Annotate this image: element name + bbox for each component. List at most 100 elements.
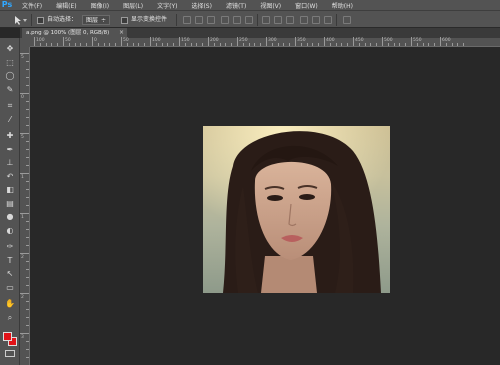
ruler-minor-tick bbox=[451, 43, 453, 46]
menu-edit[interactable]: 编辑(E) bbox=[56, 1, 76, 10]
quick-select-tool-icon[interactable]: ✎ bbox=[4, 85, 16, 95]
dodge-tool-icon[interactable]: ◐ bbox=[4, 226, 16, 236]
ruler-minor-tick bbox=[463, 43, 465, 46]
ruler-minor-tick bbox=[26, 285, 29, 286]
align-right-icon[interactable] bbox=[245, 16, 253, 24]
distribute-right-icon[interactable] bbox=[324, 16, 332, 24]
type-tool-icon[interactable]: T bbox=[4, 256, 16, 266]
move-tool-icon[interactable]: ✥ bbox=[4, 44, 16, 54]
ruler-minor-tick bbox=[26, 317, 29, 318]
ruler-tick bbox=[179, 37, 180, 46]
pen-tool-icon[interactable]: ✑ bbox=[4, 242, 16, 252]
auto-select-value: 图层 bbox=[86, 17, 99, 24]
ruler-tick bbox=[411, 37, 412, 46]
menu-bar: Ps 文件(F) 编辑(E) 图像(I) 图层(L) 文字(Y) 选择(S) 滤… bbox=[0, 0, 500, 10]
ruler-minor-tick bbox=[173, 43, 175, 46]
quick-mask-icon[interactable] bbox=[5, 350, 15, 357]
path-select-tool-icon[interactable]: ↖ bbox=[4, 269, 16, 279]
align-top-icon[interactable] bbox=[183, 16, 191, 24]
ruler-minor-tick bbox=[428, 43, 430, 46]
menu-type[interactable]: 文字(Y) bbox=[157, 1, 177, 10]
menu-help[interactable]: 帮助(H) bbox=[332, 1, 353, 10]
shape-tool-icon[interactable]: ▭ bbox=[4, 283, 16, 293]
ruler-minor-tick bbox=[26, 61, 29, 62]
blur-tool-icon[interactable]: ● bbox=[4, 212, 16, 222]
auto-align-layers-icon[interactable] bbox=[343, 16, 351, 24]
align-left-icon[interactable] bbox=[221, 16, 229, 24]
ruler-minor-tick bbox=[126, 43, 128, 46]
eraser-tool-icon[interactable]: ◧ bbox=[4, 185, 16, 195]
ruler-label: 1 bbox=[21, 215, 24, 220]
menu-filter[interactable]: 滤镜(T) bbox=[226, 1, 246, 10]
chevron-down-icon: ÷ bbox=[100, 17, 106, 24]
ruler-minor-tick bbox=[26, 357, 29, 358]
lasso-tool-icon[interactable]: ◯ bbox=[4, 71, 16, 81]
ruler-minor-tick bbox=[184, 43, 186, 46]
ruler-minor-tick bbox=[364, 43, 366, 46]
ruler-minor-tick bbox=[300, 43, 302, 46]
ruler-tick bbox=[121, 37, 122, 46]
align-vcenter-icon[interactable] bbox=[195, 16, 203, 24]
ruler-label: 0 bbox=[21, 95, 24, 100]
ruler-minor-tick bbox=[248, 43, 250, 46]
align-hcenter-icon[interactable] bbox=[233, 16, 241, 24]
ruler-tick bbox=[237, 37, 238, 46]
menu-view[interactable]: 视图(V) bbox=[260, 1, 281, 10]
ruler-minor-tick bbox=[26, 141, 29, 142]
ruler-tick bbox=[19, 93, 29, 94]
clone-stamp-tool-icon[interactable]: ⊥ bbox=[4, 158, 16, 168]
menu-select[interactable]: 选择(S) bbox=[191, 1, 212, 10]
ruler-minor-tick bbox=[422, 43, 424, 46]
menu-window[interactable]: 窗口(W) bbox=[295, 1, 318, 10]
ruler-tick bbox=[382, 37, 383, 46]
menu-file[interactable]: 文件(F) bbox=[22, 1, 42, 10]
eyedropper-tool-icon[interactable]: ⁄ bbox=[4, 115, 16, 125]
distribute-left-icon[interactable] bbox=[300, 16, 308, 24]
zoom-tool-icon[interactable]: ⌕ bbox=[4, 313, 16, 323]
options-separator bbox=[336, 14, 337, 26]
ruler-minor-tick bbox=[254, 43, 256, 46]
vertical-ruler[interactable]: 5 0 5 1 1 2 2 3 bbox=[19, 47, 30, 365]
ruler-minor-tick bbox=[26, 261, 29, 262]
crop-tool-icon[interactable]: ⌗ bbox=[4, 101, 16, 111]
ruler-origin[interactable] bbox=[20, 38, 30, 47]
ruler-minor-tick bbox=[39, 43, 41, 46]
hand-tool-icon[interactable]: ✋ bbox=[4, 299, 16, 309]
menu-image[interactable]: 图像(I) bbox=[91, 1, 109, 10]
portrait-image[interactable] bbox=[203, 126, 390, 293]
ruler-minor-tick bbox=[138, 43, 140, 46]
align-bottom-icon[interactable] bbox=[207, 16, 215, 24]
horizontal-ruler[interactable]: 100 50 0 50 100 150 200 250 300 350 400 450 500 550 60… bbox=[30, 37, 500, 47]
portrait-photo bbox=[203, 126, 390, 293]
document-tab[interactable]: a.png @ 100% (图层 0, RGB/8) × bbox=[22, 28, 127, 38]
ruler-minor-tick bbox=[167, 43, 169, 46]
ruler-minor-tick bbox=[289, 43, 291, 46]
distribute-hcenter-icon[interactable] bbox=[312, 16, 320, 24]
distribute-vcenter-icon[interactable] bbox=[274, 16, 282, 24]
show-transform-checkbox[interactable] bbox=[121, 17, 128, 24]
gradient-tool-icon[interactable]: ▤ bbox=[4, 199, 16, 209]
ruler-minor-tick bbox=[26, 181, 29, 182]
auto-select-dropdown[interactable]: 图层 ÷ bbox=[82, 15, 110, 25]
auto-select-checkbox[interactable] bbox=[37, 17, 44, 24]
ruler-minor-tick bbox=[335, 43, 337, 46]
brush-tool-icon[interactable]: ✒ bbox=[4, 145, 16, 155]
menu-layer[interactable]: 图层(L) bbox=[123, 1, 143, 10]
ruler-tick bbox=[150, 37, 151, 46]
ruler-minor-tick bbox=[26, 269, 29, 270]
distribute-bottom-icon[interactable] bbox=[286, 16, 294, 24]
tool-preset-picker[interactable] bbox=[10, 14, 28, 26]
history-brush-tool-icon[interactable]: ↶ bbox=[4, 172, 16, 182]
foreground-color-swatch[interactable] bbox=[3, 332, 12, 341]
ruler-minor-tick bbox=[213, 43, 215, 46]
ruler-minor-tick bbox=[26, 277, 29, 278]
distribute-top-icon[interactable] bbox=[262, 16, 270, 24]
healing-brush-tool-icon[interactable]: ✚ bbox=[4, 131, 16, 141]
ruler-minor-tick bbox=[370, 43, 372, 46]
marquee-tool-icon[interactable]: ⬚ bbox=[4, 58, 16, 68]
ruler-tick bbox=[19, 293, 29, 294]
ruler-minor-tick bbox=[26, 237, 29, 238]
ruler-minor-tick bbox=[51, 43, 53, 46]
ruler-minor-tick bbox=[196, 43, 198, 46]
ruler-minor-tick bbox=[26, 157, 29, 158]
